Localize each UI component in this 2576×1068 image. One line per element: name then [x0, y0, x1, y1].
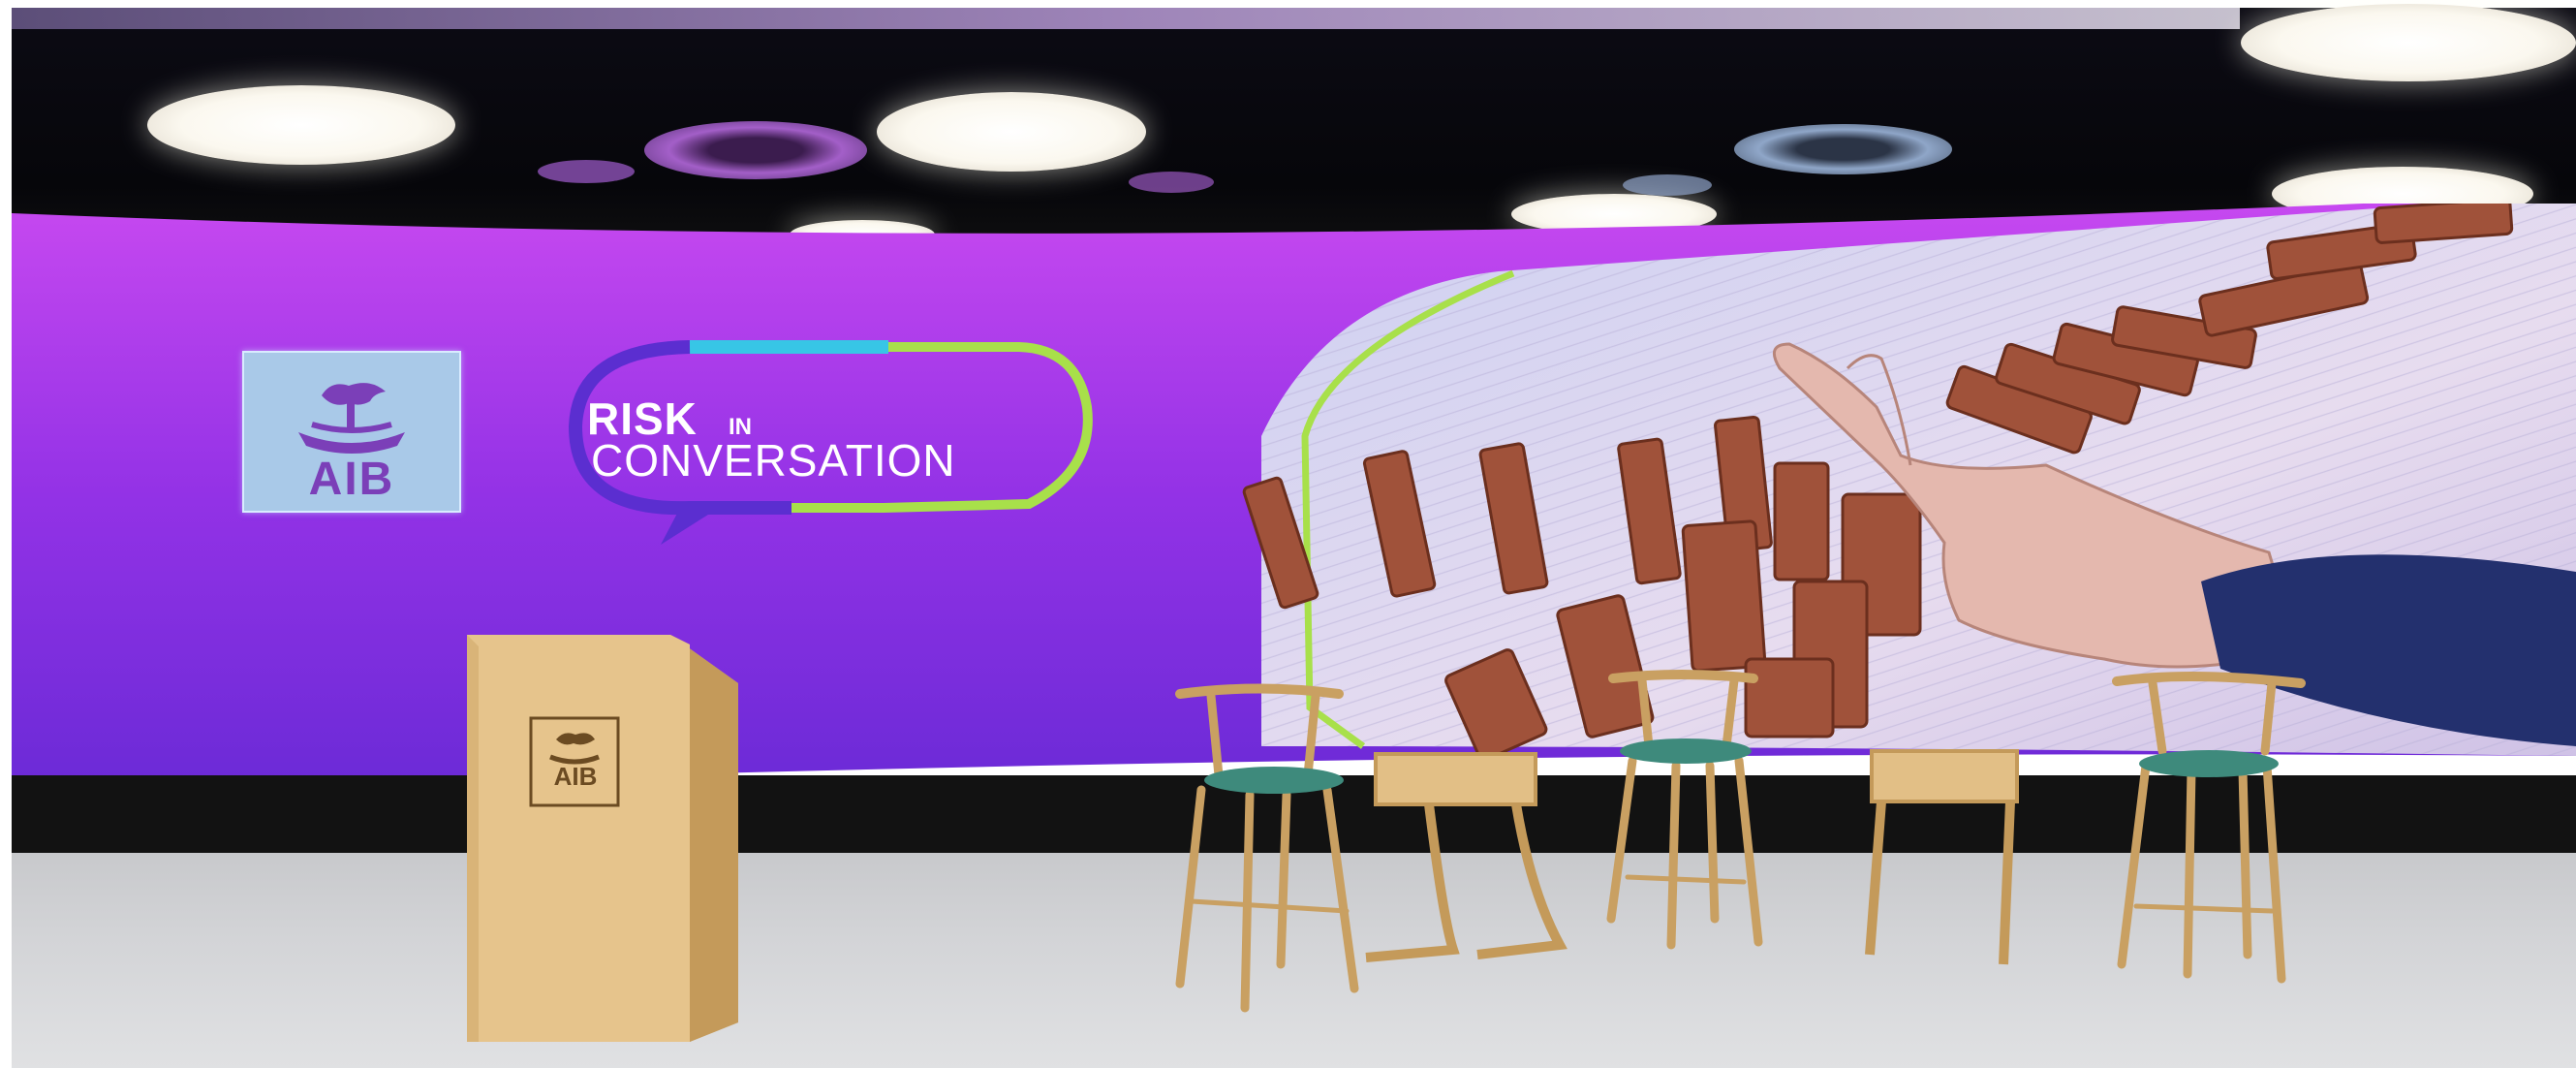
stool-seat	[1620, 738, 1752, 764]
stool-seat	[2139, 750, 2279, 777]
side-table-right	[1865, 749, 2019, 965]
stage-furniture	[1175, 670, 2306, 1013]
stool-seat	[1204, 767, 1344, 794]
stool-left	[1175, 683, 1359, 1013]
stage-scene: AIB RISK IN CONVERSATION AIB	[0, 0, 2576, 1068]
stool-middle	[1606, 670, 1763, 950]
side-table-left	[1365, 752, 1567, 962]
stool-right	[2112, 671, 2306, 984]
